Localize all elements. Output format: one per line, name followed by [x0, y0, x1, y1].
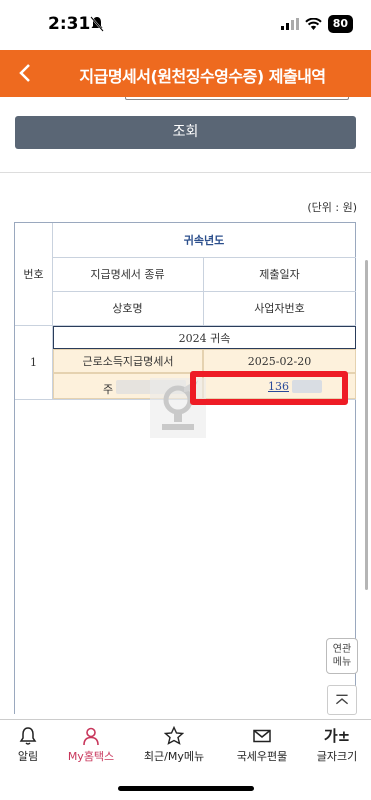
- nav-label: 국세우편물: [236, 750, 288, 763]
- unit-label: (단위 : 원): [307, 201, 357, 214]
- home-indicator: [118, 786, 254, 791]
- result-table: 번호 귀속년도 지급명세서 종류 제출일자 상호명 사업자번호 1 2024 귀…: [14, 222, 356, 714]
- status-bar: 2:31 80: [0, 0, 371, 50]
- star-icon: [164, 726, 184, 745]
- row-company-name: 주: [103, 383, 114, 396]
- nav-item-recent[interactable]: 최근/My메뉴: [140, 726, 208, 764]
- scroll-to-top-icon[interactable]: [327, 685, 357, 715]
- row-number: 1: [30, 355, 37, 369]
- nav-item-myhometax[interactable]: My홈택스: [63, 726, 119, 764]
- related-menu-label-1: 연관: [332, 644, 352, 655]
- nav-item-font-size[interactable]: 가± 글자크기: [311, 726, 363, 764]
- row-submit-date: 2025-02-20: [203, 349, 356, 373]
- nav-label: My홈택스: [67, 750, 115, 763]
- header-year: 귀속년도: [183, 234, 225, 247]
- page-title: 지급명세서(원천징수영수증) 제출내역: [79, 67, 326, 86]
- header-business-number: 사업자번호: [254, 302, 305, 315]
- status-indicators: 80: [280, 15, 353, 33]
- font-size-icon: 가±: [323, 727, 351, 745]
- nav-label: 글자크기: [316, 750, 358, 763]
- related-menu-label-2: 메뉴: [332, 657, 352, 668]
- page-header: 지급명세서(원천징수영수증) 제출내역: [0, 50, 371, 97]
- related-menu-button[interactable]: 연관 메뉴: [326, 638, 358, 674]
- nav-item-alarm[interactable]: 알림: [10, 726, 46, 764]
- bell-icon: [19, 727, 37, 745]
- person-icon: [83, 727, 99, 746]
- silent-bell-icon: [90, 16, 104, 32]
- row-statement-kind: 근로소득지급명세서: [53, 349, 203, 373]
- search-button[interactable]: 조회: [15, 116, 356, 149]
- battery-indicator: 80: [327, 15, 353, 33]
- section-divider: [0, 172, 371, 173]
- wifi-icon: [304, 18, 322, 30]
- header-submit-date: 제출일자: [259, 268, 300, 281]
- row-year: 2024 귀속: [53, 326, 356, 349]
- nav-item-mail[interactable]: 국세우편물: [230, 726, 294, 764]
- status-time: 2:31: [48, 14, 91, 34]
- scrollbar[interactable]: [365, 260, 368, 590]
- nav-label: 최근/My메뉴: [143, 750, 205, 763]
- search-input-field[interactable]: [125, 97, 349, 100]
- header-statement-kind: 지급명세서 종류: [90, 268, 165, 281]
- envelope-icon: [253, 729, 271, 743]
- header-number: 번호: [23, 268, 44, 281]
- header-company-name: 상호명: [112, 302, 143, 315]
- highlight-box: [190, 371, 348, 405]
- signal-icon: [280, 18, 299, 30]
- nav-label: 알림: [17, 750, 39, 763]
- back-arrow-icon[interactable]: [12, 59, 40, 87]
